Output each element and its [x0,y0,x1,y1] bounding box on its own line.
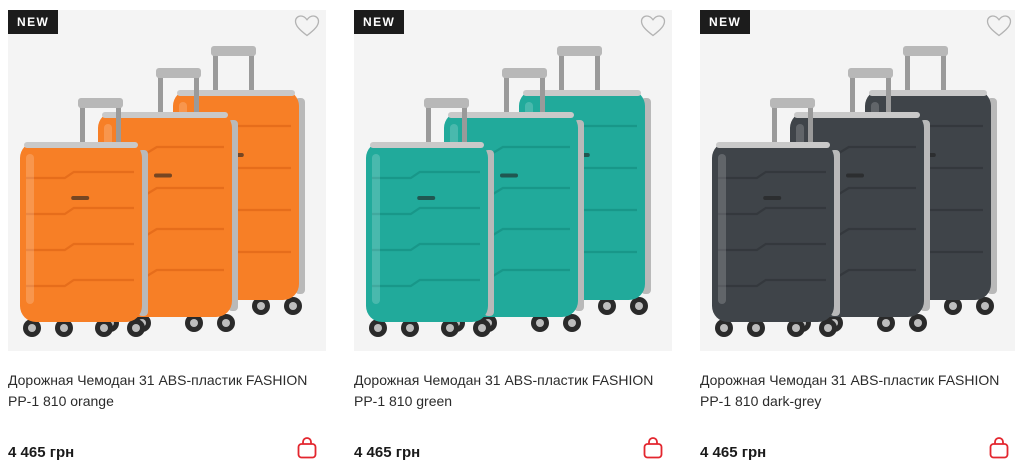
suitcase-set-image [712,46,997,337]
heart-icon[interactable] [640,14,666,38]
heart-icon[interactable] [986,14,1012,38]
heart-icon[interactable] [294,14,320,38]
product-price: 4 465 грн [354,444,421,461]
new-badge: NEW [354,10,405,34]
suitcase-set-image [20,46,305,337]
new-badge: NEW [8,10,59,34]
product-image[interactable] [8,10,326,351]
product-title[interactable]: Дорожная Чемодан 31 ABS-пластик FASHION … [8,370,326,412]
product-image[interactable] [354,10,672,351]
product-card[interactable]: NEW Дорожная Чемодан 31 ABS-пластик FASH… [700,10,1015,465]
product-card[interactable]: NEW Дорожная Чемодан 31 ABS-пластик FASH… [8,10,326,465]
product-price: 4 465 грн [8,444,75,461]
product-image[interactable] [700,10,1015,351]
product-title[interactable]: Дорожная Чемодан 31 ABS-пластик FASHION … [354,370,672,412]
product-card[interactable]: NEW Дорожная Чемодан 31 ABS-пластик FASH… [354,10,672,465]
product-price: 4 465 грн [700,444,767,461]
product-title[interactable]: Дорожная Чемодан 31 ABS-пластик FASHION … [700,370,1015,412]
shopping-bag-icon[interactable] [988,436,1010,460]
new-badge: NEW [700,10,751,34]
suitcase-set-image [366,46,651,337]
shopping-bag-icon[interactable] [642,436,664,460]
shopping-bag-icon[interactable] [296,436,318,460]
